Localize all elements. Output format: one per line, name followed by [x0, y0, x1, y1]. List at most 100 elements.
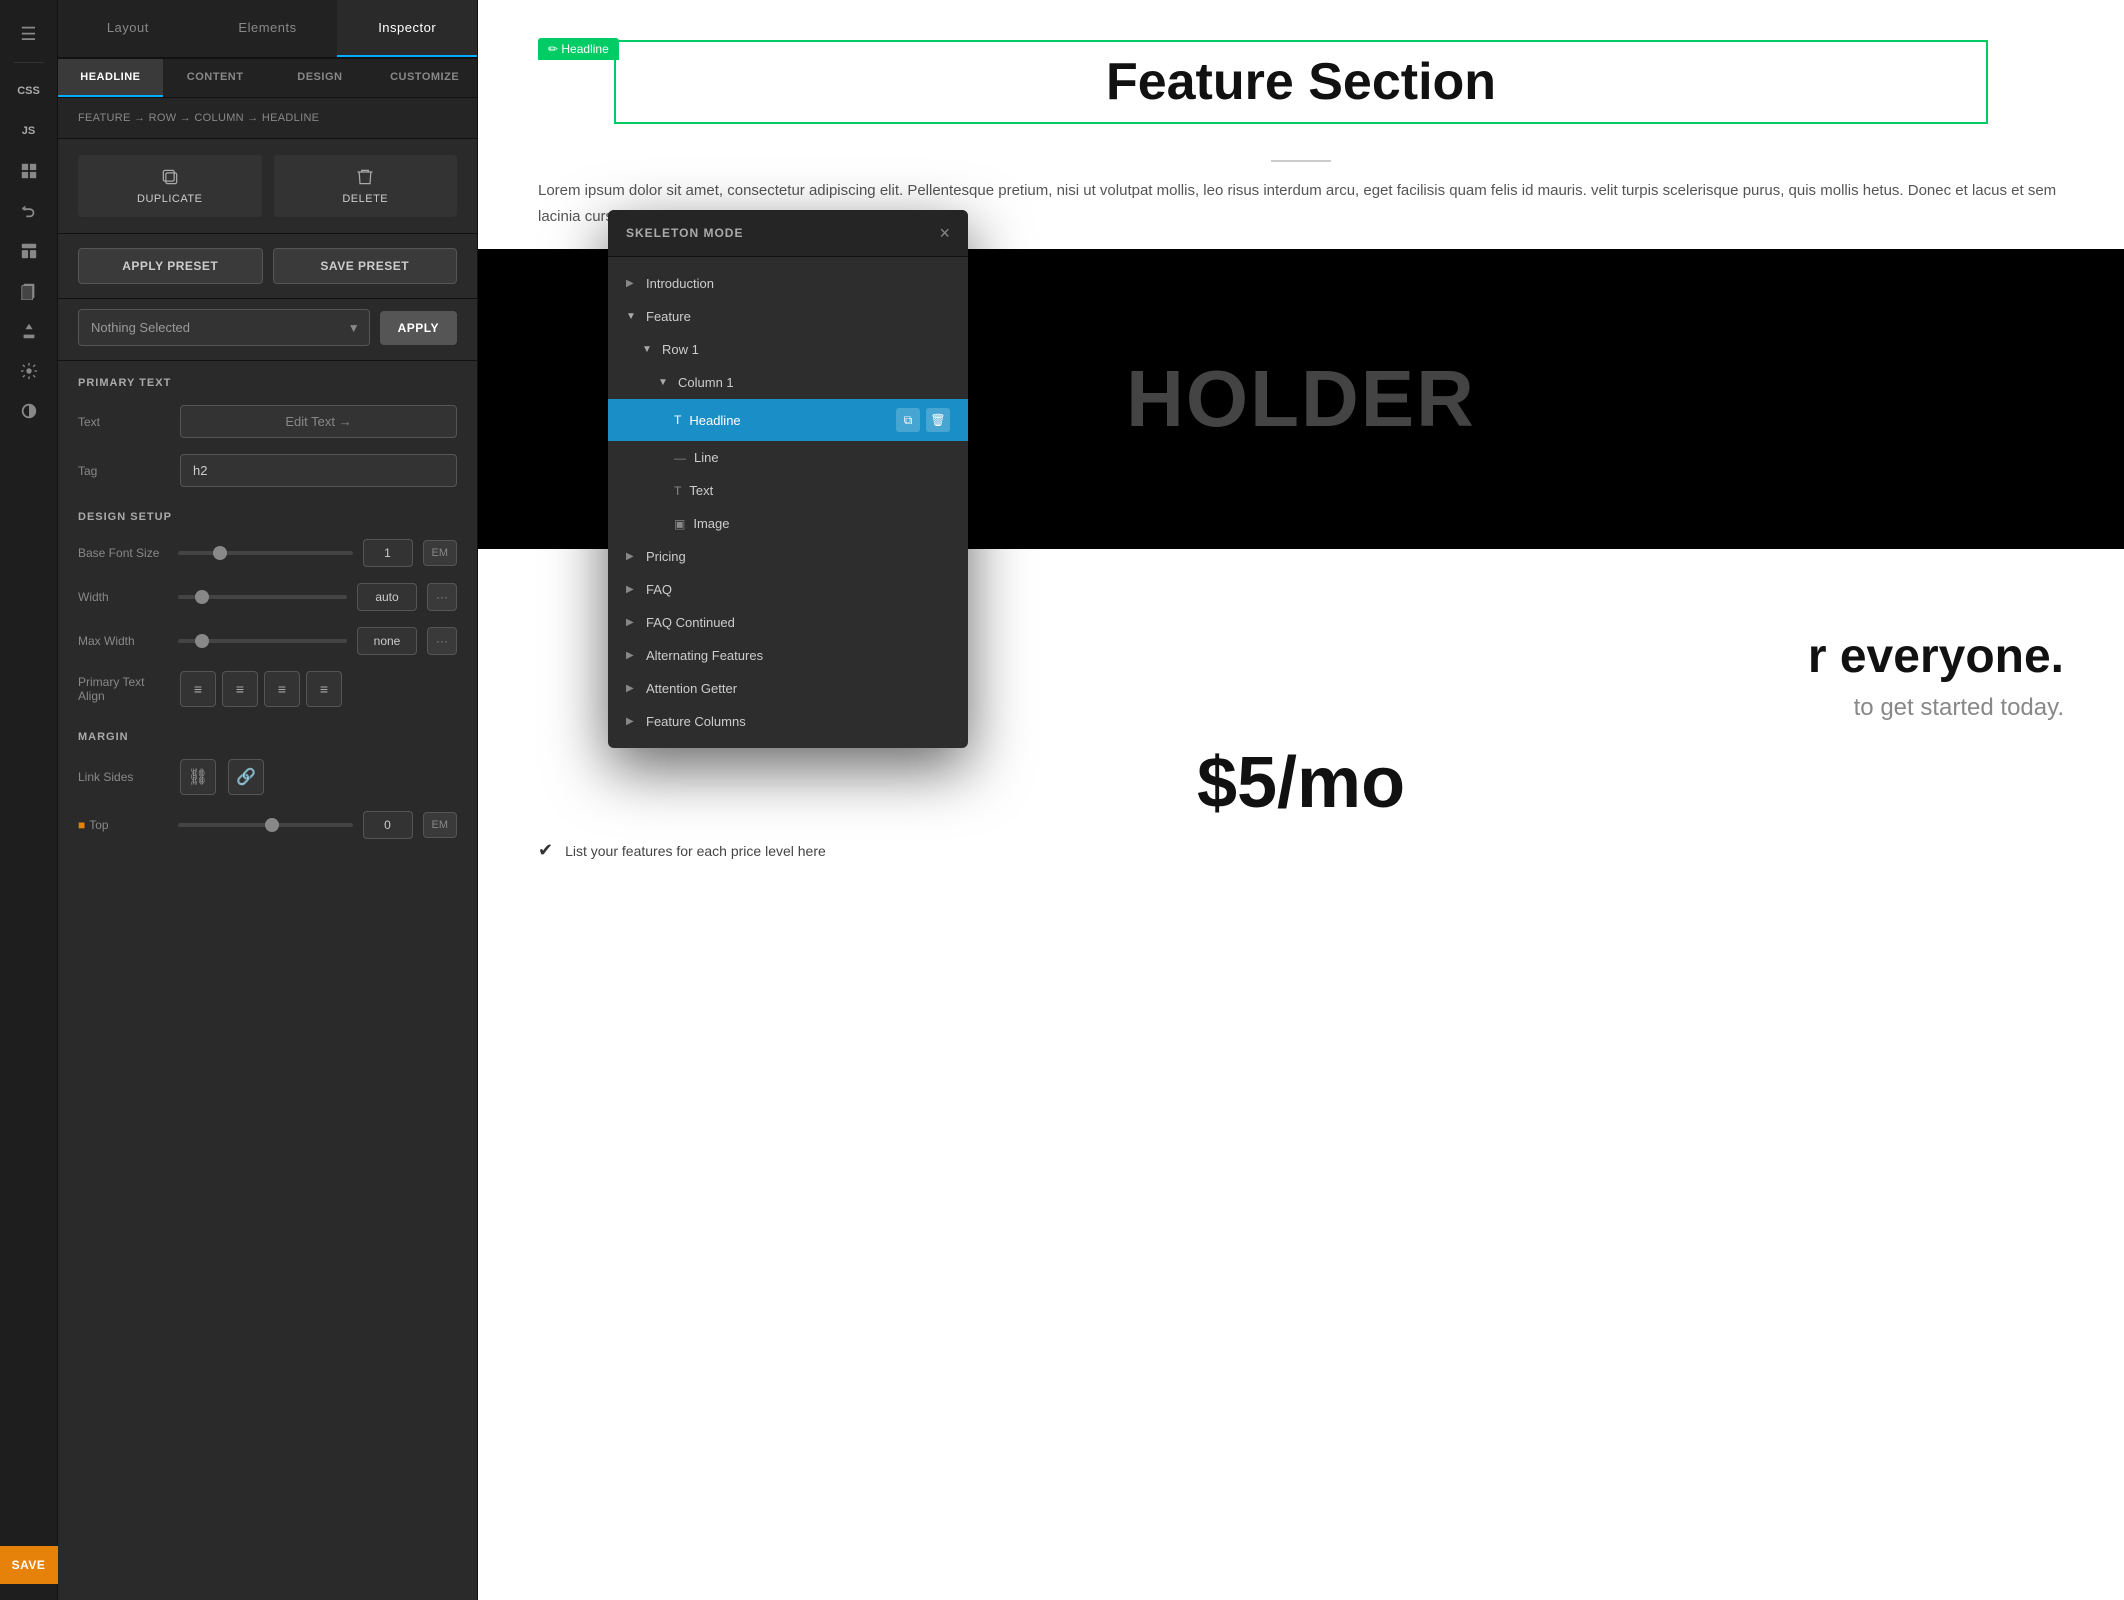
width-value[interactable]: [357, 583, 417, 611]
max-width-dots[interactable]: ···: [427, 627, 457, 655]
preset-select[interactable]: Nothing Selected: [78, 309, 370, 346]
top-margin-slider-thumb: [265, 818, 279, 832]
subtab-customize[interactable]: CUSTOMIZE: [372, 59, 477, 97]
top-margin-unit[interactable]: EM: [423, 812, 458, 838]
inspector-panel: Layout Elements Inspector HEADLINE CONTE…: [58, 0, 478, 1600]
attention-arrow-icon: ▶: [626, 683, 638, 694]
select-row: Nothing Selected ▼ APPLY: [58, 299, 477, 361]
max-width-slider-track[interactable]: [178, 639, 347, 643]
top-margin-value[interactable]: [363, 811, 413, 839]
base-font-value[interactable]: [363, 539, 413, 567]
tree-item-headline[interactable]: T Headline ⧉ 🗑: [608, 399, 968, 441]
faq-continued-arrow-icon: ▶: [626, 617, 638, 628]
link-icon[interactable]: 🔗: [228, 759, 264, 795]
row1-label: Row 1: [662, 342, 699, 357]
tab-inspector[interactable]: Inspector: [337, 0, 477, 57]
tab-layout[interactable]: Layout: [58, 0, 198, 57]
base-font-unit[interactable]: EM: [423, 540, 458, 566]
check-icon: ✔: [538, 840, 553, 861]
top-margin-label: ■ Top: [78, 818, 168, 832]
pricing-feature-text: List your features for each price level …: [565, 843, 826, 859]
tab-elements[interactable]: Elements: [198, 0, 338, 57]
tree-item-column1[interactable]: ▼ Column 1: [608, 366, 968, 399]
js-icon[interactable]: JS: [11, 113, 47, 149]
apply-button[interactable]: APPLY: [380, 311, 457, 345]
align-justify-button[interactable]: ≡: [306, 671, 342, 707]
pricing-feature-item: ✔ List your features for each price leve…: [538, 840, 2064, 861]
attention-label: Attention Getter: [646, 681, 737, 696]
top-margin-slider-track[interactable]: [178, 823, 353, 827]
tree-item-image[interactable]: ▣ Image: [608, 507, 968, 540]
tree-item-feature[interactable]: ▼ Feature: [608, 300, 968, 333]
export-icon[interactable]: [11, 313, 47, 349]
alternating-label: Alternating Features: [646, 648, 763, 663]
tree-item-introduction[interactable]: ▶ Introduction: [608, 267, 968, 300]
settings-icon[interactable]: [11, 353, 47, 389]
align-left-button[interactable]: ≡: [180, 671, 216, 707]
image-label: Image: [693, 516, 729, 531]
headline-duplicate-button[interactable]: ⧉: [896, 408, 920, 432]
icon-sidebar: ☰ CSS JS SAVE: [0, 0, 58, 1600]
row1-arrow-icon: ▼: [642, 344, 654, 355]
tree-item-text[interactable]: T Text: [608, 474, 968, 507]
pages-icon[interactable]: [11, 273, 47, 309]
edit-text-button[interactable]: Edit Text →: [180, 405, 457, 438]
save-button[interactable]: SAVE: [0, 1546, 58, 1584]
duplicate-button[interactable]: DUPLICATE: [78, 155, 262, 217]
unlink-icon[interactable]: ⛓: [180, 759, 216, 795]
base-font-slider-track[interactable]: [178, 551, 353, 555]
skeleton-close-button[interactable]: ×: [939, 224, 950, 242]
subtab-headline[interactable]: HEADLINE: [58, 59, 163, 97]
delete-icon: [355, 167, 375, 187]
tree-item-faq[interactable]: ▶ FAQ: [608, 573, 968, 606]
tree-item-row1[interactable]: ▼ Row 1: [608, 333, 968, 366]
faq-continued-label: FAQ Continued: [646, 615, 735, 630]
top-margin-color-indicator: ■: [78, 818, 85, 832]
align-right-button[interactable]: ≡: [264, 671, 300, 707]
subtab-design[interactable]: DESIGN: [268, 59, 373, 97]
layout-icon[interactable]: [11, 233, 47, 269]
tree-item-attention[interactable]: ▶ Attention Getter: [608, 672, 968, 705]
skeleton-title: SKELETON MODE: [626, 226, 743, 240]
action-row: DUPLICATE DELETE: [58, 139, 477, 234]
tag-select[interactable]: h2 h1 h3 h4 p: [180, 454, 457, 487]
apply-preset-button[interactable]: APPLY PRESET: [78, 248, 263, 284]
width-row: Width ···: [58, 575, 477, 619]
max-width-value[interactable]: [357, 627, 417, 655]
text-label: Text: [78, 415, 168, 429]
divider-line: [1271, 160, 1331, 162]
theme-icon[interactable]: [11, 393, 47, 429]
headline-selected-box[interactable]: Feature Section: [614, 40, 1987, 124]
max-width-label: Max Width: [78, 634, 168, 648]
width-slider-track[interactable]: [178, 595, 347, 599]
text-label: Text: [689, 483, 713, 498]
width-dots[interactable]: ···: [427, 583, 457, 611]
tree-item-alternating[interactable]: ▶ Alternating Features: [608, 639, 968, 672]
placeholder-text: HOLDER: [1126, 353, 1476, 445]
save-preset-button[interactable]: SAVE PRESET: [273, 248, 458, 284]
delete-button[interactable]: DELETE: [274, 155, 458, 217]
primary-text-header: PRIMARY TEXT: [58, 361, 477, 397]
feature-title: Feature Section: [646, 52, 1955, 112]
margin-header: MARGIN: [58, 715, 477, 751]
line-type-icon: —: [674, 451, 686, 465]
tree-item-faq-continued[interactable]: ▶ FAQ Continued: [608, 606, 968, 639]
subtab-content[interactable]: CONTENT: [163, 59, 268, 97]
pricing-arrow-icon: ▶: [626, 551, 638, 562]
base-font-slider-thumb: [213, 546, 227, 560]
feature-arrow-icon: ▼: [626, 311, 638, 322]
faq-label: FAQ: [646, 582, 672, 597]
tree-item-pricing[interactable]: ▶ Pricing: [608, 540, 968, 573]
align-row: Primary Text Align ≡ ≡ ≡ ≡: [58, 663, 477, 715]
tree-item-line[interactable]: — Line: [608, 441, 968, 474]
hamburger-menu-icon[interactable]: ☰: [11, 16, 47, 52]
headline-delete-button[interactable]: 🗑: [926, 408, 950, 432]
css-icon[interactable]: CSS: [11, 73, 47, 109]
elements-icon[interactable]: [11, 153, 47, 189]
pricing-price: $5/mo: [538, 742, 2064, 824]
tree-item-feature-columns[interactable]: ▶ Feature Columns: [608, 705, 968, 738]
base-font-row: Base Font Size EM: [58, 531, 477, 575]
undo-icon[interactable]: [11, 193, 47, 229]
align-center-button[interactable]: ≡: [222, 671, 258, 707]
align-label: Primary Text Align: [78, 675, 168, 703]
